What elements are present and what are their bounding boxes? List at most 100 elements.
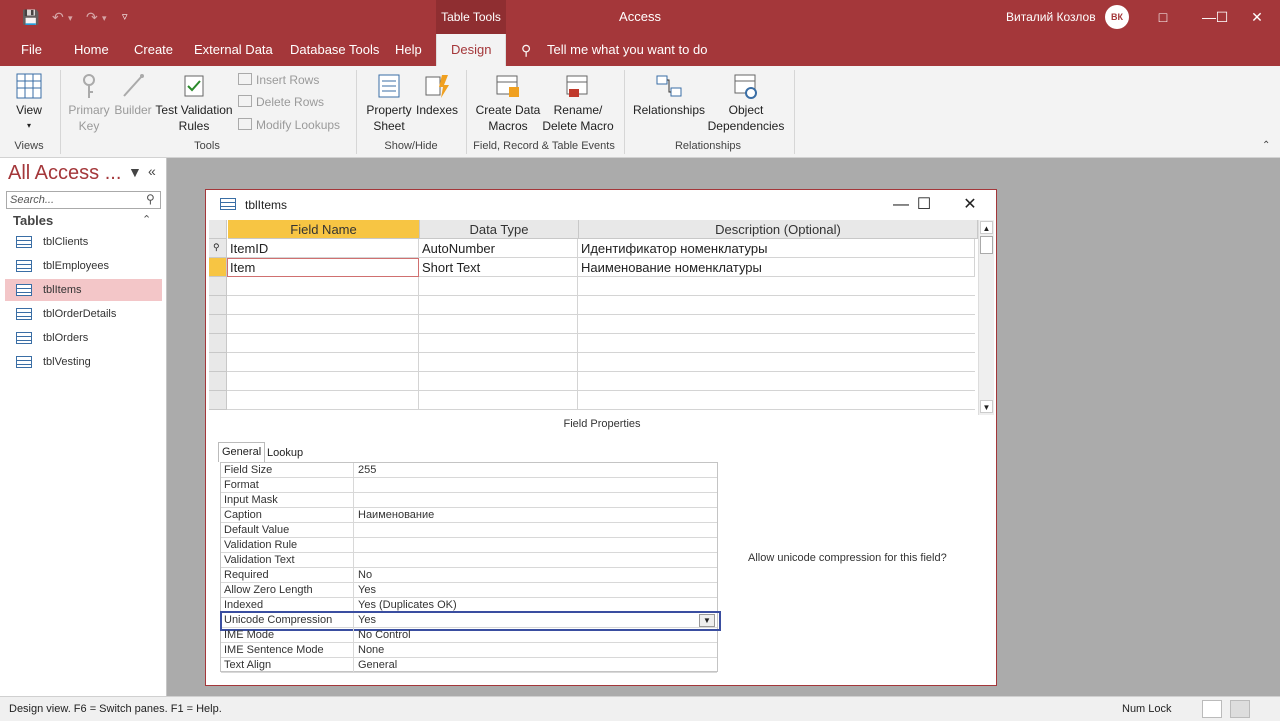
property-row[interactable]: IME Mode No Control (221, 628, 717, 643)
property-row[interactable]: Default Value (221, 523, 717, 538)
select-all-corner[interactable] (209, 220, 227, 239)
property-value[interactable]: Yes (355, 583, 717, 598)
nav-item-tblvesting[interactable]: tblVesting (5, 351, 162, 373)
nav-item-tblorders[interactable]: tblOrders (5, 327, 162, 349)
nav-item-tblitems[interactable]: tblItems (5, 279, 162, 301)
description-cell[interactable]: Наименование номенклатуры (578, 258, 975, 277)
datasheet-view-icon[interactable] (1202, 700, 1222, 718)
indexes-button[interactable]: Indexes (416, 72, 458, 118)
save-icon[interactable]: 💾 (22, 9, 39, 26)
collapse-section-icon[interactable]: ⌃ (142, 213, 151, 226)
property-row[interactable]: Text Align General (221, 658, 717, 673)
customize-qat-icon[interactable]: ▿ (122, 10, 128, 23)
maximize-icon[interactable]: ☐ (1210, 0, 1234, 34)
data-type-cell[interactable]: AutoNumber (419, 239, 578, 258)
vertical-scrollbar[interactable]: ▲ ▼ (978, 220, 994, 415)
tab-file[interactable]: File (19, 34, 44, 66)
property-value[interactable] (355, 478, 717, 493)
property-sheet-button[interactable]: Property Sheet (362, 72, 416, 134)
empty-row[interactable] (227, 372, 975, 391)
property-row[interactable]: Validation Text (221, 553, 717, 568)
table-row[interactable]: Item Short Text Наименование номенклатур… (227, 258, 975, 277)
tab-general[interactable]: General (218, 442, 266, 462)
property-value[interactable] (355, 493, 717, 508)
test-validation-button[interactable]: Test Validation Rules (154, 72, 234, 134)
property-row[interactable]: Field Size 255 (221, 463, 717, 478)
row-selector-current[interactable] (209, 258, 227, 277)
property-value[interactable] (355, 553, 717, 568)
object-dependencies-button[interactable]: Object Dependencies (706, 72, 786, 134)
rename-delete-macro-button[interactable]: Rename/ Delete Macro (540, 72, 616, 134)
row-selector[interactable] (209, 334, 227, 353)
nav-item-tblclients[interactable]: tblClients (5, 231, 162, 253)
property-value[interactable] (355, 538, 717, 553)
tab-lookup[interactable]: Lookup (264, 444, 306, 462)
collapse-ribbon-icon[interactable]: ⌃ (1262, 140, 1270, 151)
scroll-down-icon[interactable]: ▼ (980, 400, 993, 413)
row-selector[interactable]: ⚲ (209, 239, 227, 258)
property-row[interactable]: IME Sentence Mode None (221, 643, 717, 658)
property-value[interactable] (355, 523, 717, 538)
column-header-data-type[interactable]: Data Type (420, 220, 579, 239)
tell-me-search[interactable]: Tell me what you want to do (545, 34, 709, 66)
empty-row[interactable] (227, 296, 975, 315)
scroll-thumb[interactable] (980, 236, 993, 254)
description-cell[interactable]: Идентификатор номенклатуры (578, 239, 975, 258)
builder-button[interactable]: Builder (112, 72, 154, 118)
create-data-macros-button[interactable]: Create Data Macros (472, 72, 544, 134)
nav-item-tblemployees[interactable]: tblEmployees (5, 255, 162, 277)
relationships-button[interactable]: Relationships (630, 72, 708, 118)
nav-menu-icon[interactable]: ▼ (128, 164, 142, 180)
empty-row[interactable] (227, 277, 975, 296)
tab-help[interactable]: Help (393, 34, 424, 66)
field-name-cell[interactable]: Item (227, 258, 419, 277)
property-row[interactable]: Required No (221, 568, 717, 583)
delete-rows-button[interactable]: Delete Rows (238, 93, 324, 111)
row-selector[interactable] (209, 296, 227, 315)
column-header-field-name[interactable]: Field Name (228, 220, 420, 239)
modify-lookups-button[interactable]: Modify Lookups (238, 116, 340, 134)
property-row[interactable]: Validation Rule (221, 538, 717, 553)
tab-external-data[interactable]: External Data (192, 34, 275, 66)
tab-design[interactable]: Design (436, 34, 507, 66)
design-view-icon[interactable] (1230, 700, 1250, 718)
doc-maximize-icon[interactable]: ☐ (909, 194, 939, 216)
property-value[interactable]: None (355, 643, 717, 658)
empty-row[interactable] (227, 334, 975, 353)
row-selector[interactable] (209, 315, 227, 334)
primary-key-button[interactable]: Primary Key (66, 72, 112, 134)
insert-rows-button[interactable]: Insert Rows (238, 71, 319, 89)
property-row[interactable]: Format (221, 478, 717, 493)
field-name-cell[interactable]: ItemID (227, 239, 419, 258)
tab-home[interactable]: Home (72, 34, 111, 66)
search-icon[interactable]: ⚲ (146, 192, 155, 206)
nav-section-tables[interactable]: Tables (13, 213, 53, 228)
row-selector[interactable] (209, 277, 227, 296)
row-selector[interactable] (209, 372, 227, 391)
redo-icon[interactable]: ↷ (86, 9, 98, 26)
property-value[interactable]: No (355, 568, 717, 583)
doc-close-icon[interactable]: ✕ (955, 194, 985, 216)
user-name[interactable]: Виталий Козлов (1006, 0, 1096, 34)
column-header-description[interactable]: Description (Optional) (579, 220, 978, 239)
nav-item-tblorderdetails[interactable]: tblOrderDetails (5, 303, 162, 325)
nav-title[interactable]: All Access ... (8, 162, 121, 185)
property-value[interactable]: 255 (355, 463, 717, 478)
redo-dropdown-icon[interactable]: ▾ (102, 13, 107, 24)
property-value[interactable]: General (355, 658, 717, 673)
property-value[interactable]: Наименование (355, 508, 717, 523)
property-row[interactable]: Caption Наименование (221, 508, 717, 523)
property-value[interactable]: No Control (355, 628, 717, 643)
undo-dropdown-icon[interactable]: ▾ (68, 13, 73, 24)
row-selector[interactable] (209, 353, 227, 372)
tab-database-tools[interactable]: Database Tools (288, 34, 381, 66)
view-button[interactable]: View ▾ (6, 72, 52, 134)
avatar[interactable]: ВК (1105, 5, 1129, 29)
empty-row[interactable] (227, 353, 975, 372)
undo-icon[interactable]: ↶ (52, 9, 64, 26)
table-row[interactable]: ItemID AutoNumber Идентификатор номенкла… (227, 239, 975, 258)
row-selector[interactable] (209, 391, 227, 410)
nav-search-input[interactable]: Search... (6, 191, 161, 209)
empty-row[interactable] (227, 391, 975, 410)
tab-create[interactable]: Create (132, 34, 175, 66)
